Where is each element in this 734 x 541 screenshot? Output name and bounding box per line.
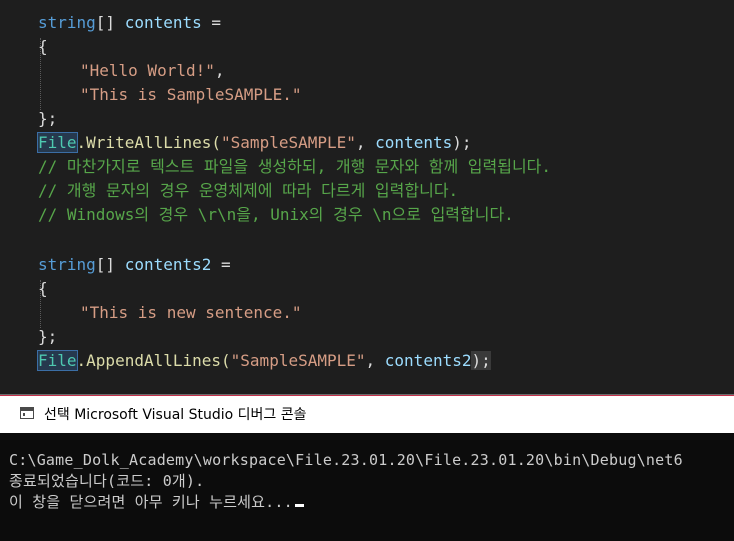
keyword-token: string xyxy=(38,255,96,274)
code-line-13[interactable]: }; xyxy=(38,325,57,349)
punctuation-token: [] xyxy=(95,255,116,274)
code-line-2[interactable]: { xyxy=(38,35,48,59)
string-token: "This is SampleSAMPLE." xyxy=(80,85,302,104)
punctuation-token: = xyxy=(211,255,231,274)
code-line-5[interactable]: }; xyxy=(38,107,57,131)
code-line-14[interactable]: File.AppendAllLines("SampleSAMPLE", cont… xyxy=(37,349,491,373)
code-line-4[interactable]: "This is SampleSAMPLE." xyxy=(80,83,302,107)
punctuation-token: ); xyxy=(471,351,491,370)
console-output-line: C:\Game_Dolk_Academy\workspace\File.23.0… xyxy=(9,451,683,469)
console-prompt-text: 이 창을 닫으려면 아무 키나 누르세요... xyxy=(9,493,293,511)
code-line-11[interactable]: { xyxy=(38,277,48,301)
identifier-token: contents2 xyxy=(384,351,472,370)
method-token: .WriteAllLines( xyxy=(76,133,222,152)
console-output[interactable]: C:\Game_Dolk_Academy\workspace\File.23.0… xyxy=(0,433,734,541)
close-brace: }; xyxy=(38,327,58,346)
punctuation-token: [] xyxy=(95,13,116,32)
type-token[interactable]: File xyxy=(37,132,78,153)
identifier-token: contents xyxy=(115,13,202,32)
code-line-12[interactable]: "This is new sentence." xyxy=(80,301,302,325)
punctuation-token: , xyxy=(365,351,385,370)
code-comment-3: // Windows의 경우 \r\n을, Unix의 경우 \n으로 입력합니… xyxy=(38,205,514,224)
punctuation-token: = xyxy=(201,13,222,32)
console-title: 선택 Microsoft Visual Studio 디버그 콘솔 xyxy=(44,407,307,423)
code-line-10[interactable]: string[] contents2 = xyxy=(38,253,231,277)
close-brace: }; xyxy=(38,109,58,128)
code-line-6[interactable]: File.WriteAllLines("SampleSAMPLE", conte… xyxy=(37,131,472,155)
console-title-bar[interactable]: 선택 Microsoft Visual Studio 디버그 콘솔 xyxy=(0,395,734,433)
punctuation-token: , xyxy=(355,133,376,152)
code-line-1[interactable]: string[] contents = xyxy=(38,11,221,35)
identifier-token: contents xyxy=(375,133,453,152)
code-comment-1: // 마찬가지로 텍스트 파일을 생성하되, 개행 문자와 함께 입력됩니다. xyxy=(38,157,552,176)
code-line-3[interactable]: "Hello World!", xyxy=(80,59,225,83)
open-brace: { xyxy=(38,37,48,56)
keyword-token: string xyxy=(38,13,96,32)
punctuation-token: , xyxy=(214,61,225,80)
method-token: .AppendAllLines( xyxy=(76,351,231,370)
code-editor[interactable]: string[] contents = { "Hello World!", "T… xyxy=(0,0,734,394)
string-token: "SampleSAMPLE" xyxy=(221,133,356,152)
console-app-icon xyxy=(20,407,34,419)
console-output-line: 종료되었습니다(코드: 0개). xyxy=(9,472,205,490)
console-output-line: 이 창을 닫으려면 아무 키나 누르세요... xyxy=(9,491,304,513)
identifier-token: contents2 xyxy=(115,255,212,274)
open-brace: { xyxy=(38,279,48,298)
punctuation-token: ); xyxy=(452,133,472,152)
string-token: "Hello World!" xyxy=(80,61,215,80)
type-token[interactable]: File xyxy=(37,350,78,371)
text-cursor-icon xyxy=(294,504,304,507)
code-comment-2: // 개행 문자의 경우 운영체제에 따라 다르게 입력합니다. xyxy=(38,181,459,200)
string-token: "This is new sentence." xyxy=(80,303,302,322)
debug-console-window[interactable]: 선택 Microsoft Visual Studio 디버그 콘솔 C:\Gam… xyxy=(0,394,734,541)
string-token: "SampleSAMPLE" xyxy=(230,351,366,370)
